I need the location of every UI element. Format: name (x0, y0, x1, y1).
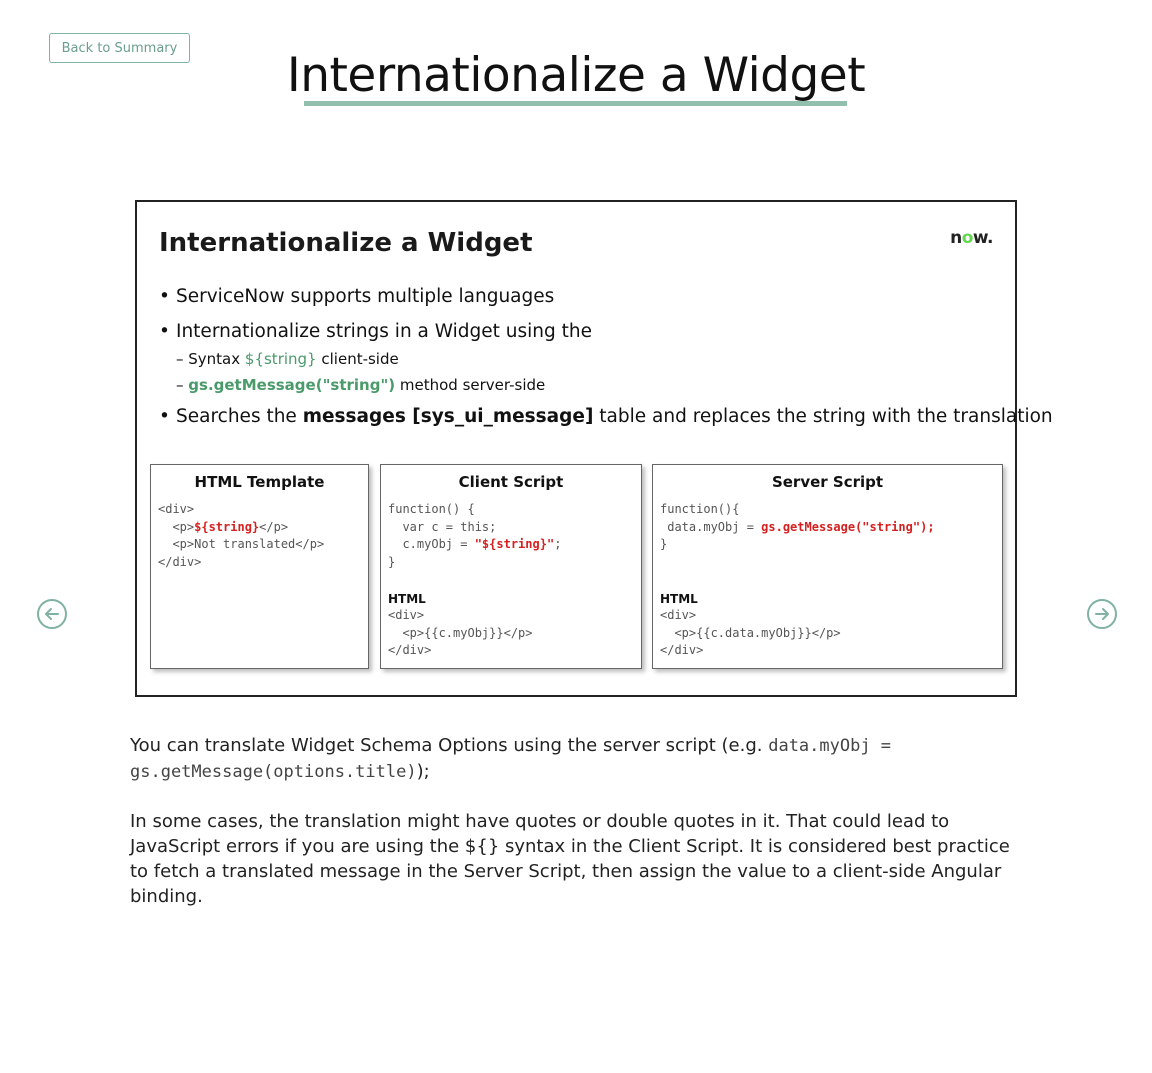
description-paragraph: In some cases, the translation might hav… (130, 811, 1010, 907)
previous-arrow-button[interactable] (37, 599, 67, 629)
code-block: <div> <p>${string}</p> <p>Not translated… (158, 502, 325, 569)
bullet-item: ServiceNow supports multiple languages (159, 286, 554, 307)
description-paragraph: You can translate Widget Schema Options … (130, 735, 892, 782)
code-block: <div> <p>{{c.myObj}}</p> </div> (388, 608, 533, 657)
arrow-left-icon (45, 608, 59, 620)
html-template-box: HTML Template <div> <p>${string}</p> <p>… (150, 464, 369, 669)
servicenow-logo: now. (950, 228, 993, 248)
html-label: HTML (388, 592, 426, 606)
sub-bullet-item: – gs.getMessage("string") method server-… (176, 376, 546, 394)
bullet-item: Internationalize strings in a Widget usi… (159, 321, 592, 342)
box-header: Server Script (771, 473, 884, 491)
slide-image: Internationalize a Widget now. ServiceNo… (135, 200, 1053, 697)
title-underline (304, 101, 847, 106)
arrow-right-icon (1095, 608, 1109, 620)
code-block: function(){ data.myObj = gs.getMessage("… (660, 502, 935, 551)
code-block: <div> <p>{{c.data.myObj}}</p> </div> (660, 608, 841, 657)
box-header: HTML Template (194, 473, 325, 491)
bullet-item: Searches the messages [sys_ui_message] t… (159, 406, 1053, 427)
client-script-box: Client Script function() { var c = this;… (380, 464, 642, 669)
html-label: HTML (660, 592, 698, 606)
box-header: Client Script (458, 473, 564, 491)
server-script-box: Server Script function(){ data.myObj = g… (652, 464, 1003, 669)
next-arrow-button[interactable] (1087, 599, 1117, 629)
sub-bullet-item: – Syntax ${string} client-side (176, 350, 399, 368)
slide-title: Internationalize a Widget (159, 228, 533, 258)
page-title: Internationalize a Widget (286, 48, 866, 103)
code-block: function() { var c = this; c.myObj = "${… (388, 502, 562, 569)
